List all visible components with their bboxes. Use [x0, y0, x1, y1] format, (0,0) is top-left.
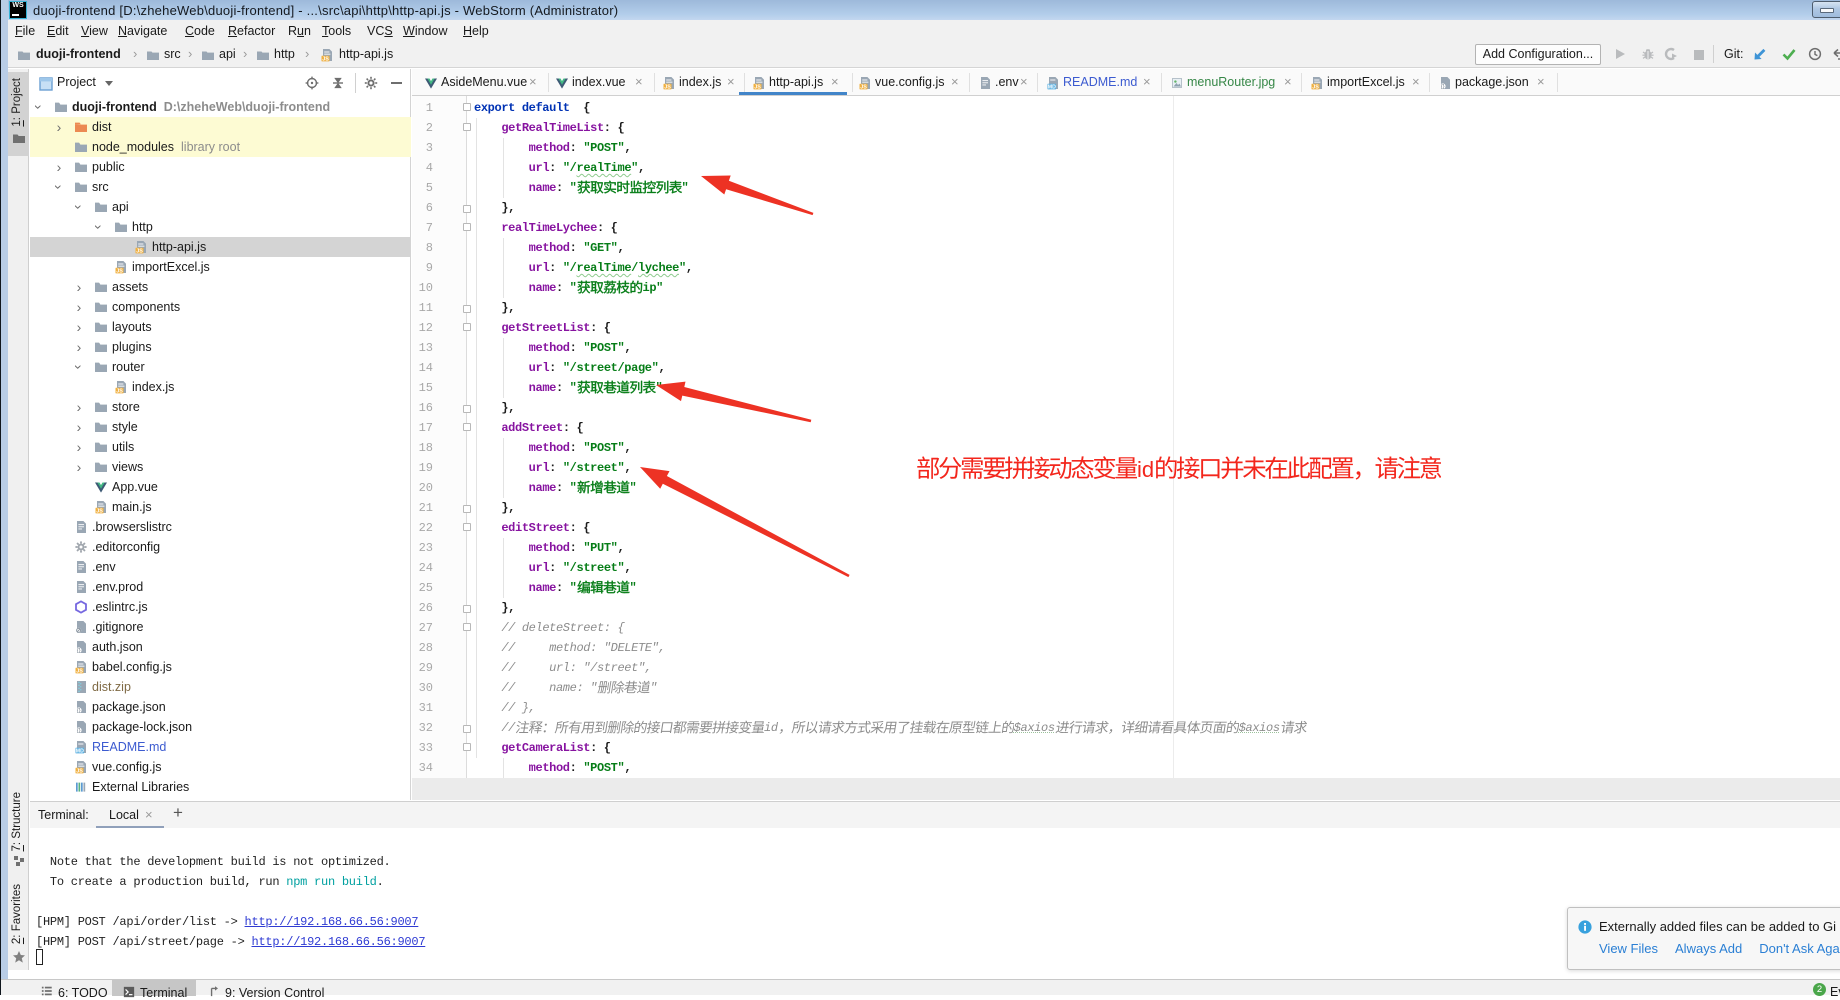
svg-text:JS: JS [860, 84, 867, 90]
svg-text:MD: MD [1048, 84, 1056, 90]
svg-text:JS: JS [96, 508, 103, 514]
svg-text:{}: {} [1441, 84, 1445, 90]
svg-text:{}: {} [77, 648, 81, 654]
svg-text:JS: JS [136, 248, 143, 254]
svg-text:JS: JS [1312, 84, 1319, 90]
svg-text:{}: {} [77, 708, 81, 714]
svg-text:JS: JS [116, 268, 123, 274]
svg-text:JS: JS [116, 388, 123, 394]
svg-text:JS: JS [76, 768, 83, 774]
svg-text:JS: JS [664, 84, 671, 90]
svg-text:JS: JS [76, 668, 83, 674]
svg-text:MD: MD [76, 748, 84, 754]
svg-text:{}: {} [77, 728, 81, 734]
svg-text:JS: JS [754, 84, 761, 90]
svg-text:JS: JS [322, 56, 329, 62]
